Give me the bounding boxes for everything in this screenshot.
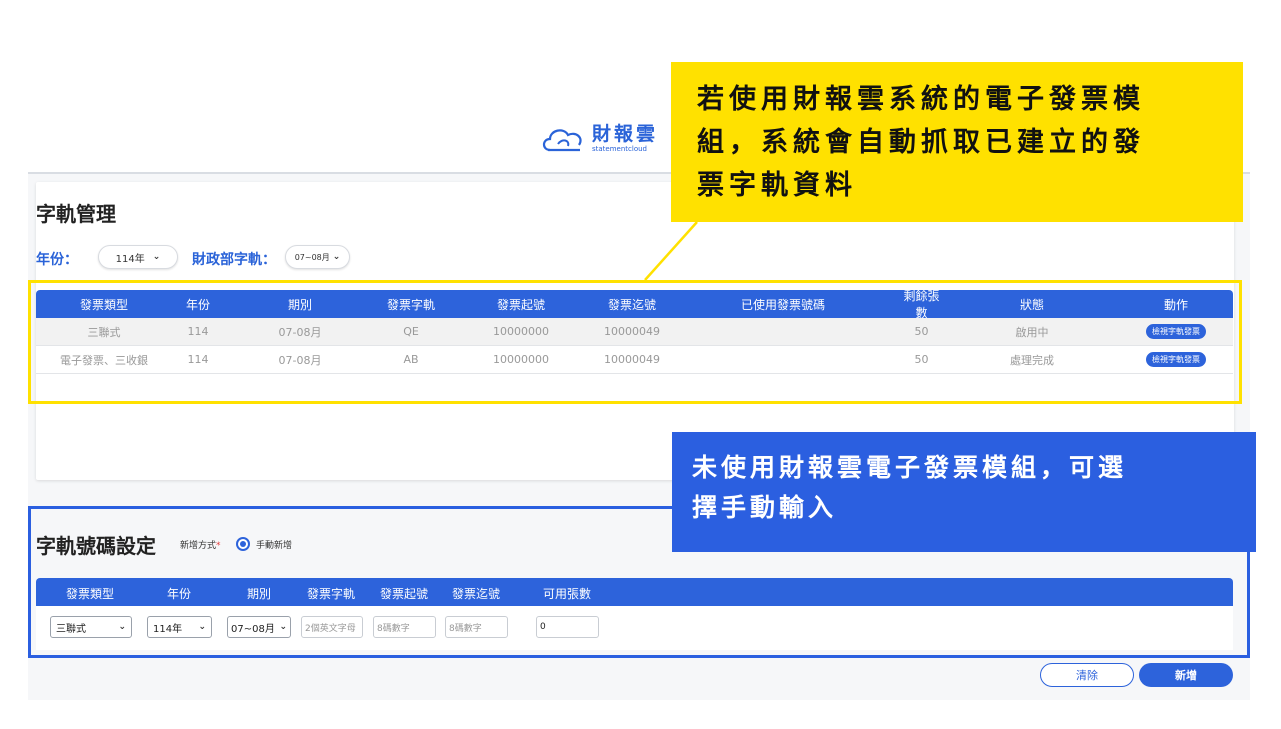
year-filter-value: 114年 (115, 253, 145, 265)
chevron-down-icon: ⌄ (152, 252, 161, 262)
cloud-logo-icon (542, 129, 582, 152)
blue-callout-line-1: 未使用財報雲電子發票模組，可選 (692, 453, 1128, 482)
page: 財報雲 statementcloud 字軌管理 年份： 114年 ⌄ 財政部字軌… (0, 0, 1281, 729)
yellow-highlight-frame (28, 280, 1242, 404)
clear-button[interactable]: 清除 (1040, 663, 1134, 687)
period-filter-select[interactable]: 07~08月 ⌄ (285, 245, 350, 269)
logo-name: 財報雲 (592, 123, 659, 145)
year-filter-label: 年份： (36, 252, 78, 268)
page-title: 字軌管理 (36, 202, 116, 226)
logo: 財報雲 statementcloud (540, 124, 658, 154)
blue-callout-line-2: 擇手動輸入 (692, 493, 838, 522)
period-filter-value: 07~08月 (294, 252, 330, 262)
chevron-down-icon: ⌄ (332, 252, 341, 262)
yellow-callout-line-1: 若使用財報雲系統的電子發票模 (697, 84, 1145, 115)
mof-track-label: 財政部字軌： (192, 252, 276, 268)
blue-callout: 未使用財報雲電子發票模組，可選 擇手動輸入 (672, 432, 1256, 552)
year-filter-select[interactable]: 114年 ⌄ (98, 245, 178, 269)
add-button[interactable]: 新增 (1139, 663, 1233, 687)
logo-subtitle: statementcloud (592, 145, 647, 153)
yellow-callout-line-3: 票字軌資料 (697, 170, 857, 201)
yellow-callout: 若使用財報雲系統的電子發票模 組，系統會自動抓取已建立的發 票字軌資料 (671, 62, 1243, 222)
yellow-callout-line-2: 組，系統會自動抓取已建立的發 (697, 127, 1145, 158)
